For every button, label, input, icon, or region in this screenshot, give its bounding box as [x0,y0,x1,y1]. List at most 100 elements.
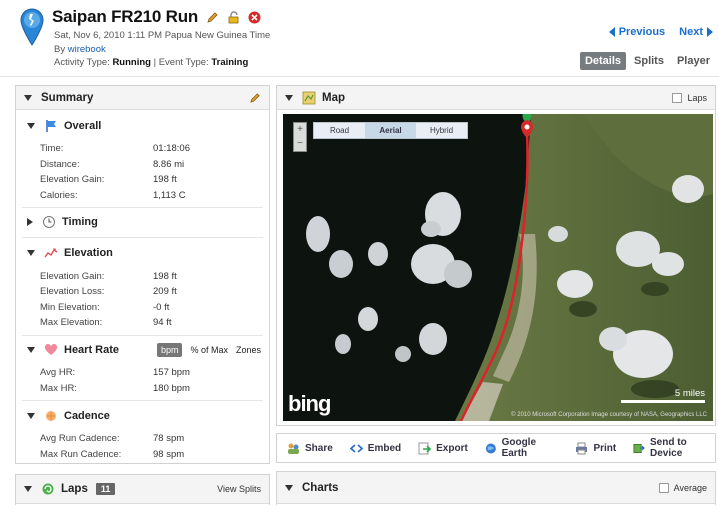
stat-value: 78 spm [153,433,185,445]
stat-row: Avg HR: 157 bpm [16,365,269,381]
stat-label: Elevation Gain: [40,270,105,282]
edit-pencil-icon[interactable] [206,11,219,24]
map-panel: Map Laps + − Road Aerial Hybrid bing 5 m… [276,85,716,426]
activity-type-label: Activity Type: [54,57,113,68]
author-link[interactable]: wirebook [68,44,106,55]
stat-label: Max Elevation: [40,317,103,329]
map-header[interactable]: Map Laps [277,86,715,110]
charts-panel: Charts Average [276,471,716,505]
expand-caret-icon[interactable] [27,218,33,227]
collapse-caret-icon[interactable] [27,123,35,129]
hr-unit-bpm[interactable]: bpm [156,342,183,357]
lock-icon[interactable] [227,10,240,24]
embed-button[interactable]: Embed [349,442,402,455]
stat-label: Distance: [40,158,80,170]
charts-header[interactable]: Charts Average [277,472,715,504]
bing-logo: bing [288,391,331,416]
view-tabs: Details Splits Player [579,52,715,70]
flag-icon [46,120,56,132]
laps-checkbox[interactable] [672,92,683,103]
tab-splits[interactable]: Splits [629,52,669,70]
edit-pencil-icon[interactable] [249,92,261,104]
stat-row: Max Run Cadence: 98 spm [16,447,269,463]
collapse-caret-icon[interactable] [285,484,293,491]
tab-player[interactable]: Player [672,52,715,70]
stat-row: Min Elevation: -0 ft [16,300,269,316]
zoom-in-button[interactable]: + [294,123,306,137]
heart-rate-section-header[interactable]: Heart Rate bpm % of Max Zones [16,339,269,361]
average-toggle[interactable]: Average [658,482,707,493]
hr-unit-zones[interactable]: Zones [236,345,261,355]
stat-value: 198 ft [153,174,177,186]
route-map[interactable]: + − Road Aerial Hybrid bing 5 miles © 20… [283,114,713,421]
print-button[interactable]: Print [575,442,616,455]
collapse-caret-icon[interactable] [27,412,35,419]
stat-row: Time: 01:18:06 [16,141,269,157]
map-type-hybrid[interactable]: Hybrid [416,123,467,138]
stat-label: Elevation Gain: [40,174,105,186]
overall-section-header[interactable]: Overall [16,115,269,137]
stat-row: Elevation Loss: 209 ft [16,284,269,300]
google-earth-button[interactable]: Google Earth [485,437,559,459]
event-type-label: | Event Type: [150,57,212,68]
share-icon [288,443,299,454]
stat-value: 01:18:06 [153,143,190,155]
heart-rate-units: bpm % of Max Zones [156,342,261,357]
heart-icon [44,343,58,355]
collapse-caret-icon[interactable] [24,486,32,492]
activity-pager: Previous Next [608,26,713,38]
export-label: Export [436,442,468,454]
laps-toggle[interactable]: Laps [672,92,707,103]
map-icon [302,91,316,104]
stat-value: 94 ft [153,317,172,329]
timing-section-header[interactable]: Timing [16,211,269,233]
overall-title: Overall [64,120,102,132]
delete-icon[interactable] [248,11,261,24]
cadence-title: Cadence [64,409,110,422]
laps-header[interactable]: Laps 11 View Splits [16,475,269,504]
stat-label: Avg HR: [40,367,76,379]
embed-label: Embed [367,442,402,454]
clock-icon [43,216,55,229]
average-checkbox[interactable] [658,482,669,493]
stat-row: Elevation Gain: 198 ft [16,172,269,188]
satellite-imagery [283,114,713,421]
map-type-road[interactable]: Road [314,123,365,138]
map-scale: 5 miles [621,388,705,403]
activity-meta: Sat, Nov 6, 2010 1:11 PM Papua New Guine… [54,29,270,70]
collapse-caret-icon[interactable] [27,346,35,353]
collapse-caret-icon[interactable] [285,94,293,101]
elevation-section-header[interactable]: Elevation [16,242,269,264]
stat-value: 98 spm [153,448,185,460]
activity-type-value: Running [112,57,151,68]
stat-value: 1,113 C [153,190,186,202]
tab-details[interactable]: Details [579,52,627,70]
stat-row: Elevation Gain: 198 ft [16,268,269,284]
map-type-switch: Road Aerial Hybrid [313,122,468,139]
stat-label: Max Run Cadence: [40,448,122,460]
charts-title: Charts [302,481,339,494]
activity-title: Saipan FR210 Run [52,7,199,26]
stat-label: Elevation Loss: [40,286,105,298]
next-link[interactable]: Next [679,26,713,38]
collapse-caret-icon[interactable] [27,250,35,257]
collapse-caret-icon[interactable] [24,94,32,101]
view-splits-link[interactable]: View Splits [217,484,261,494]
send-to-device-button[interactable]: Send to Device [633,437,715,459]
export-button[interactable]: Export [418,442,468,455]
embed-icon [349,443,363,453]
activity-pin-icon [20,8,44,46]
action-bar: Share Embed Export Google Earth Print Se… [276,433,716,463]
arrow-left-icon [608,27,615,37]
cadence-section-header[interactable]: Cadence [16,405,269,427]
stat-value: 198 ft [153,270,177,282]
summary-header[interactable]: Summary [16,86,269,110]
zoom-out-button[interactable]: − [294,137,306,151]
laps-count-badge: 11 [95,483,116,495]
map-type-aerial[interactable]: Aerial [365,123,416,138]
previous-link[interactable]: Previous [608,26,665,38]
share-button[interactable]: Share [287,442,333,455]
next-label: Next [679,26,703,38]
hr-unit-percent-max[interactable]: % of Max [190,345,228,355]
stat-value: 8.86 mi [153,158,185,170]
